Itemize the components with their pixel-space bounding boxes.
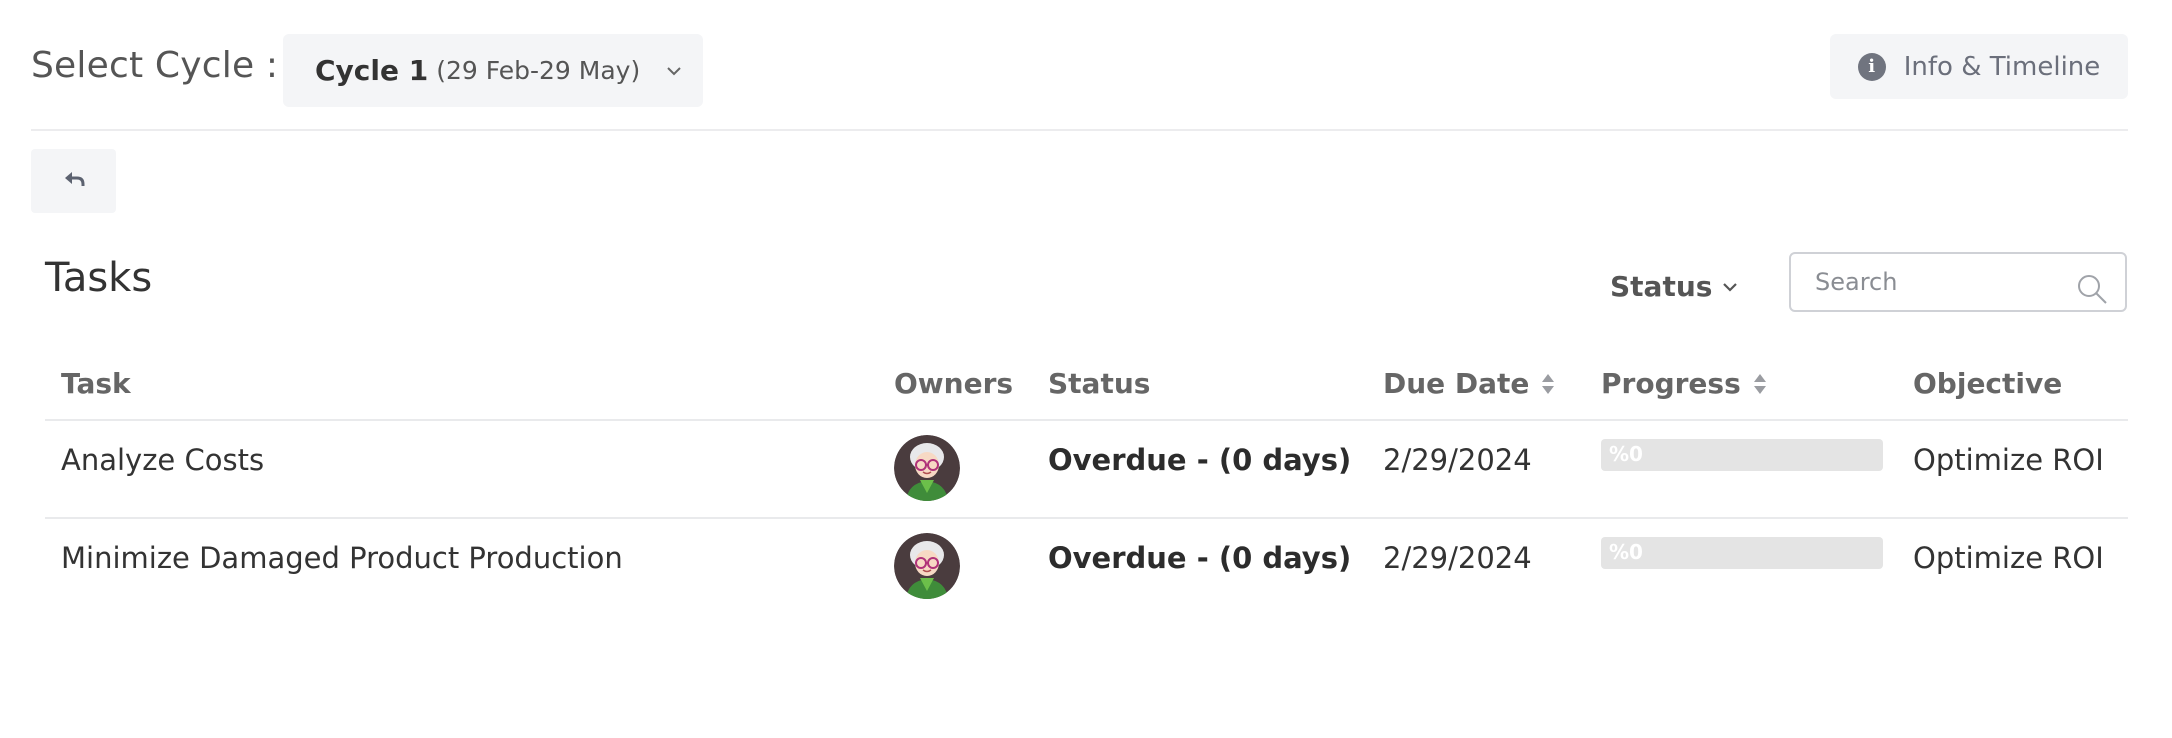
table-row[interactable]: Minimize Damaged Product Production Over… bbox=[45, 519, 2128, 617]
search-icon[interactable] bbox=[2075, 272, 2109, 310]
column-label-objective: Objective bbox=[1913, 367, 2063, 400]
column-header-task: Task bbox=[61, 367, 131, 400]
progress-bar: %0 bbox=[1601, 537, 1883, 569]
okr-tasks-page: Select Cycle : Cycle 1 (29 Feb-29 May) i… bbox=[0, 0, 2172, 738]
owner-avatar[interactable] bbox=[894, 435, 960, 501]
header-divider bbox=[31, 129, 2128, 131]
sort-icon[interactable] bbox=[1753, 373, 1767, 395]
column-header-due-date[interactable]: Due Date bbox=[1383, 367, 1555, 400]
objective-name[interactable]: Optimize ROI bbox=[1913, 443, 2104, 477]
due-date: 2/29/2024 bbox=[1383, 541, 1532, 575]
table-header: Task Owners Status Due Date Progress Obj… bbox=[45, 355, 2128, 421]
cycle-date-range: (29 Feb-29 May) bbox=[436, 56, 641, 85]
back-button[interactable] bbox=[31, 149, 116, 213]
column-header-owners: Owners bbox=[894, 367, 1013, 400]
search-box bbox=[1789, 252, 2127, 312]
status-text: Overdue - (0 days) bbox=[1048, 541, 1352, 575]
table-row[interactable]: Analyze Costs Overdue - (0 days) 2/29/20… bbox=[45, 421, 2128, 519]
chevron-down-icon bbox=[666, 66, 682, 76]
due-date: 2/29/2024 bbox=[1383, 443, 1532, 477]
task-name[interactable]: Analyze Costs bbox=[61, 443, 264, 477]
tasks-table: Task Owners Status Due Date Progress Obj… bbox=[45, 355, 2128, 617]
column-label-owners: Owners bbox=[894, 367, 1014, 400]
select-cycle-label: Select Cycle : bbox=[31, 45, 279, 86]
objective-name[interactable]: Optimize ROI bbox=[1913, 541, 2104, 575]
column-header-objective: Objective bbox=[1913, 367, 2062, 400]
info-timeline-button[interactable]: i Info & Timeline bbox=[1830, 34, 2128, 99]
progress-bar: %0 bbox=[1601, 439, 1883, 471]
back-arrow-icon bbox=[62, 169, 86, 193]
column-header-progress[interactable]: Progress bbox=[1601, 367, 1767, 400]
column-label-task: Task bbox=[61, 367, 131, 400]
cycle-dropdown[interactable]: Cycle 1 (29 Feb-29 May) bbox=[283, 34, 703, 107]
progress-percent: %0 bbox=[1609, 442, 1643, 466]
chevron-down-icon bbox=[1722, 277, 1738, 296]
progress-percent: %0 bbox=[1609, 540, 1643, 564]
info-icon: i bbox=[1857, 52, 1886, 81]
column-label-due-date: Due Date bbox=[1383, 367, 1530, 400]
owner-avatar[interactable] bbox=[894, 533, 960, 599]
tasks-title: Tasks bbox=[45, 255, 153, 301]
column-label-progress: Progress bbox=[1601, 367, 1741, 400]
column-header-status: Status bbox=[1048, 367, 1150, 400]
column-label-status: Status bbox=[1048, 367, 1151, 400]
status-text: Overdue - (0 days) bbox=[1048, 443, 1352, 477]
sort-icon[interactable] bbox=[1541, 373, 1555, 395]
task-name[interactable]: Minimize Damaged Product Production bbox=[61, 541, 623, 575]
cycle-name: Cycle 1 bbox=[315, 54, 429, 87]
info-timeline-label: Info & Timeline bbox=[1903, 51, 2101, 82]
status-filter-dropdown[interactable]: Status bbox=[1610, 270, 1738, 303]
status-filter-label: Status bbox=[1610, 270, 1713, 303]
